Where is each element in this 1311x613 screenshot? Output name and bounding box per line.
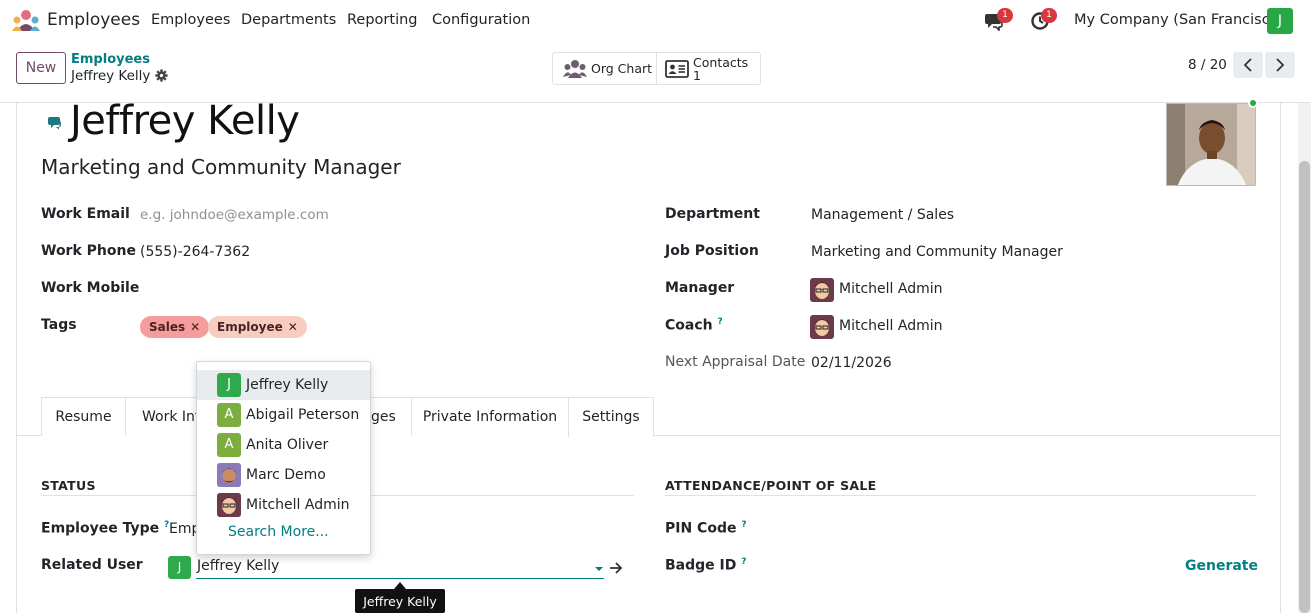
chevron-right-icon [1276,58,1285,72]
tag-label: Employee [217,320,283,334]
coach-label: Coach ? [665,317,723,334]
menu-configuration[interactable]: Configuration [432,12,530,28]
remove-tag-icon[interactable]: ✕ [288,320,298,334]
tag-label: Sales [149,320,186,334]
dropdown-item-label: Jeffrey Kelly [246,377,329,393]
work-email-label: Work Email [41,206,130,222]
employee-job-title[interactable]: Marketing and Community Manager [41,155,401,179]
company-switcher[interactable]: My Company (San Francisco) [1074,12,1284,28]
related-user-input[interactable]: Jeffrey Kelly [197,558,279,574]
work-mobile-label: Work Mobile [41,280,140,296]
online-status-dot [1248,98,1258,108]
manager-input[interactable]: Mitchell Admin [839,281,943,297]
manager-avatar [810,278,834,302]
tag-sales: Sales ✕ [140,316,210,338]
related-user-dropdown: J Jeffrey Kelly A Abigail Peterson A Ani… [196,361,371,555]
breadcrumb-employees[interactable]: Employees [71,52,150,67]
scrollbar[interactable] [1298,103,1311,613]
new-button[interactable]: New [16,52,66,84]
users-icon [563,59,587,78]
menu-employees[interactable]: Employees [151,12,230,28]
pager-next-button[interactable] [1265,52,1295,78]
dropdown-avatar: A [217,403,241,427]
pager-previous-button[interactable] [1233,52,1263,78]
messages-badge: 1 [997,8,1013,23]
work-phone-label: Work Phone [41,243,136,259]
arrow-right-icon[interactable] [609,561,623,575]
work-phone-input[interactable]: (555)-264-7362 [140,244,250,260]
help-icon[interactable]: ? [741,557,746,567]
menu-reporting[interactable]: Reporting [347,12,418,28]
caret-down-icon[interactable] [594,566,604,572]
tab-private-information[interactable]: Private Information [411,397,569,436]
next-appraisal-label: Next Appraisal Date [665,354,806,370]
tab-resume[interactable]: Resume [41,397,126,436]
pager-value[interactable]: 8 / 20 [1188,57,1227,73]
dropdown-avatar [217,463,241,487]
tag-employee: Employee ✕ [208,316,307,338]
employee-photo[interactable] [1166,103,1256,186]
dropdown-item-abigail-peterson[interactable]: A Abigail Peterson [197,400,370,430]
pin-code-label: PIN Code ? [665,520,747,537]
status-section-title: STATUS [41,478,96,493]
related-user-avatar: J [168,556,191,579]
badge-id-label: Badge ID ? [665,557,747,574]
control-panel: New Employees Jeffrey Kelly Org Chart Co… [0,42,1311,103]
scrollbar-thumb[interactable] [1299,161,1310,613]
user-avatar[interactable]: J [1267,8,1293,34]
related-user-label: Related User [41,557,143,573]
dropdown-avatar [217,493,241,517]
help-icon[interactable]: ? [717,317,722,327]
gear-icon[interactable] [155,69,168,82]
dropdown-item-anita-oliver[interactable]: A Anita Oliver [197,430,370,460]
help-icon[interactable]: ? [741,520,746,530]
dropdown-avatar: A [217,433,241,457]
dropdown-item-jeffrey-kelly[interactable]: J Jeffrey Kelly [197,370,370,400]
chat-icon[interactable] [48,116,64,130]
employee-photo-image [1167,104,1255,185]
org-chart-button[interactable]: Org Chart [553,53,658,84]
tab-settings[interactable]: Settings [568,397,654,437]
coach-avatar [810,315,834,339]
dropdown-item-marc-demo[interactable]: Marc Demo [197,460,370,490]
job-position-label: Job Position [665,243,759,259]
dropdown-item-label: Abigail Peterson [246,407,360,423]
chevron-left-icon [1243,58,1252,72]
manager-label: Manager [665,280,735,296]
contacts-label: Contacts [693,54,749,70]
search-more-link[interactable]: Search More... [228,524,329,540]
dropdown-avatar: J [217,373,241,397]
attendance-section-title: ATTENDANCE/POINT OF SALE [665,478,877,493]
remove-tag-icon[interactable]: ✕ [190,320,200,334]
tooltip-arrow [394,582,406,589]
job-position-input[interactable]: Marketing and Community Manager [811,244,1063,260]
address-card-icon [665,59,689,78]
app-name[interactable]: Employees [47,10,140,30]
employee-type-label: Employee Type ? [41,520,170,537]
work-email-input[interactable]: e.g. johndoe@example.com [140,207,329,223]
generate-badge-button[interactable]: Generate [1185,558,1258,574]
breadcrumb-current: Jeffrey Kelly [71,68,151,84]
contacts-button[interactable]: Contacts 1 [657,53,760,84]
smart-buttons: Org Chart Contacts 1 [552,52,761,85]
activities-badge: 1 [1041,8,1057,23]
dropdown-item-mitchell-admin[interactable]: Mitchell Admin [197,490,370,520]
contacts-count: 1 [693,67,701,83]
top-navbar: Employees Employees Departments Reportin… [0,0,1311,42]
department-label: Department [665,206,760,222]
employee-name[interactable]: Jeffrey Kelly [70,98,300,144]
menu-departments[interactable]: Departments [241,12,336,28]
coach-input[interactable]: Mitchell Admin [839,318,943,334]
tags-label: Tags [41,317,77,333]
department-input[interactable]: Management / Sales [811,207,954,223]
dropdown-item-label: Anita Oliver [246,437,329,453]
org-chart-label: Org Chart [591,61,653,76]
dropdown-item-label: Mitchell Admin [246,497,350,513]
next-appraisal-input[interactable]: 02/11/2026 [811,355,892,371]
dropdown-item-label: Marc Demo [246,467,326,483]
related-user-underline [196,578,604,579]
related-user-tooltip: Jeffrey Kelly [355,589,445,613]
section-divider [665,495,1256,496]
employees-app-icon[interactable] [12,9,40,33]
